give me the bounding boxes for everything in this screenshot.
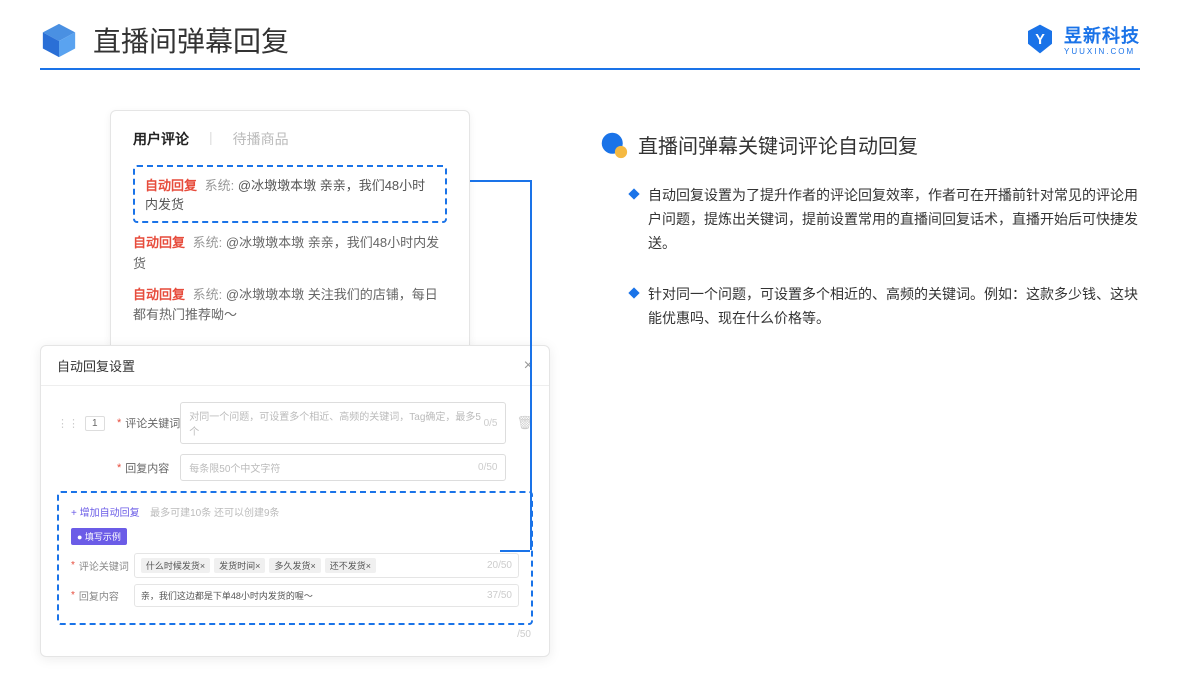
keyword-chip[interactable]: 还不发货× [325,558,376,573]
required-marker: * [117,417,121,429]
keyword-input[interactable]: 对同一个问题，可设置多个相近、高频的关键词，Tag确定，最多5个 0/5 [180,402,506,444]
system-label: 系统: [193,235,223,250]
comment-row: 自动回复 系统: @冰墩墩本墩 亲亲，我们48小时内发货 [133,233,447,275]
required-marker: * [117,462,121,474]
auto-reply-tag: 自动回复 [145,178,197,193]
example-badge: ● 填写示例 [71,528,127,545]
bullet-text: 针对同一个问题，可设置多个相近的、高频的关键词。例如：这款多少钱、这块能优惠吗、… [648,283,1140,331]
page-header: 直播间弹幕回复 [0,0,1180,68]
modal-header: 自动回复设置 × [41,346,549,386]
keyword-chip[interactable]: 多久发货× [269,558,320,573]
connector-line [500,550,530,552]
example-content-row: * 回复内容 亲，我们这边都是下单48小时内发货的喔～ 37/50 [71,584,519,607]
logo-name: 昱新科技 [1064,26,1140,46]
bullet-text: 自动回复设置为了提升作者的评论回复效率，作者可在开播前针对常见的评论用户问题，提… [648,184,1140,255]
modal-title: 自动回复设置 [57,356,135,375]
keyword-label: 评论关键词 [125,415,180,431]
page-title: 直播间弹幕回复 [93,20,289,60]
svg-text:Y: Y [1035,32,1045,48]
left-panel: 用户评论 | 待播商品 自动回复 系统: @冰墩墩本墩 亲亲，我们48小时内发货… [40,110,550,657]
tab-separator: | [209,129,213,149]
logo-sub: YUUXIN.COM [1064,48,1140,56]
add-reply-link[interactable]: + 增加自动回复 [71,508,140,519]
example-block: + 增加自动回复 最多可建10条 还可以创建9条 ● 填写示例 * 评论关键词 … [57,491,533,625]
section-title-row: 直播间弹幕关键词评论自动回复 [600,130,1140,159]
bullet-item: 自动回复设置为了提升作者的评论回复效率，作者可在开播前针对常见的评论用户问题，提… [600,184,1140,255]
outer-counter: /50 [57,625,533,640]
content-label: 回复内容 [125,460,180,476]
keyword-chip[interactable]: 发货时间× [214,558,265,573]
comments-card: 用户评论 | 待播商品 自动回复 系统: @冰墩墩本墩 亲亲，我们48小时内发货… [110,110,470,355]
right-panel: 直播间弹幕关键词评论自动回复 自动回复设置为了提升作者的评论回复效率，作者可在开… [600,110,1140,657]
auto-reply-tag: 自动回复 [133,235,185,250]
tab-user-comments[interactable]: 用户评论 [133,129,189,149]
add-hint: 最多可建10条 还可以创建9条 [150,508,279,519]
bullet-item: 针对同一个问题，可设置多个相近的、高频的关键词。例如：这款多少钱、这块能优惠吗、… [600,283,1140,331]
tab-pending-products[interactable]: 待播商品 [233,129,289,149]
content-row: * 回复内容 每条限50个中文字符 0/50 🗑 [57,454,533,481]
drag-handle[interactable]: ⋮⋮ 1 [57,416,117,431]
connector-line [530,180,532,550]
cube-icon [40,21,78,59]
comment-row: 自动回复 系统: @冰墩墩本墩 关注我们的店铺，每日都有热门推荐呦～ [133,285,447,327]
content-input[interactable]: 每条限50个中文字符 0/50 [180,454,506,481]
connector-line [470,180,530,182]
bullet-icon [628,188,639,199]
auto-reply-tag: 自动回复 [133,287,185,302]
keyword-chip[interactable]: 什么时候发货× [141,558,210,573]
keyword-row: ⋮⋮ 1 * 评论关键词 对同一个问题，可设置多个相近、高频的关键词，Tag确定… [57,402,533,444]
example-keyword-row: * 评论关键词 什么时候发货× 发货时间× 多久发货× 还不发货× 20/50 [71,553,519,578]
section-title: 直播间弹幕关键词评论自动回复 [638,130,918,159]
logo-icon: Y [1024,23,1056,55]
system-label: 系统: [193,287,223,302]
chat-bubble-icon [600,131,628,159]
comment-tabs: 用户评论 | 待播商品 [133,129,447,149]
example-content-input[interactable]: 亲，我们这边都是下单48小时内发货的喔～ 37/50 [134,584,519,607]
example-keyword-input[interactable]: 什么时候发货× 发货时间× 多久发货× 还不发货× 20/50 [134,553,519,578]
bullet-icon [628,288,639,299]
system-label: 系统: [205,178,235,193]
brand-logo: Y 昱新科技 YUUXIN.COM [1024,22,1140,56]
highlighted-comment: 自动回复 系统: @冰墩墩本墩 亲亲，我们48小时内发货 [133,165,447,223]
settings-modal: 自动回复设置 × ⋮⋮ 1 * 评论关键词 对同一个问题，可设置多个相近、高频的… [40,345,550,657]
